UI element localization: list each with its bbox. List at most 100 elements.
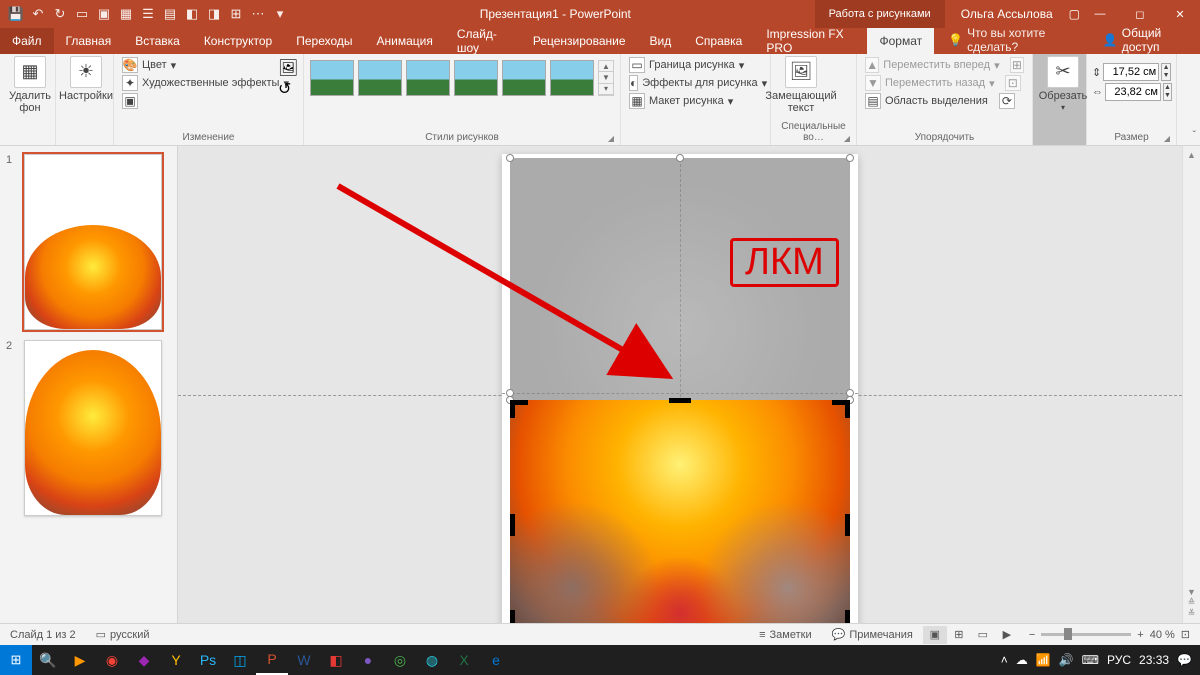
tab-insert[interactable]: Вставка [123,28,192,54]
crop-handle[interactable] [510,610,528,623]
maximize-button[interactable]: ◻ [1120,0,1160,28]
tab-design[interactable]: Конструктор [192,28,284,54]
notes-button[interactable]: ≡Заметки [749,629,822,641]
qat-icon[interactable]: ☰ [138,4,158,24]
close-button[interactable]: ✕ [1160,0,1200,28]
share-button[interactable]: 👤Общий доступ [1089,26,1200,54]
crop-button[interactable]: ✂ Обрезать▾ [1037,56,1089,113]
taskbar-word[interactable]: W [288,645,320,675]
crop-handle[interactable] [832,610,850,623]
search-icon[interactable]: 🔍 [32,645,64,675]
taskbar-app[interactable]: ◉ [96,645,128,675]
height-field[interactable]: ⇕▲▼ [1091,62,1172,82]
tray-clock[interactable]: 23:33 [1139,653,1169,667]
color-button[interactable]: 🎨Цвет ▾ [118,56,299,74]
next-slide-icon[interactable]: ≚ [1188,608,1196,619]
height-spinner[interactable]: ▲▼ [1161,63,1171,81]
reading-view-button[interactable]: ▭ [971,626,995,644]
style-thumb[interactable] [454,60,498,96]
remove-background-button[interactable]: ▦ Удалить фон [4,56,56,114]
taskbar-powerpoint[interactable]: P [256,645,288,675]
taskbar-app[interactable]: ◫ [224,645,256,675]
corrections-button[interactable]: ☀ Настройки [60,56,112,102]
width-input[interactable] [1105,83,1161,101]
tray-network-icon[interactable]: 📶 [1036,653,1051,667]
tab-slideshow[interactable]: Слайд-шоу [445,28,521,54]
tab-view[interactable]: Вид [638,28,684,54]
tell-me[interactable]: 💡Что вы хотите сделать? [934,26,1089,54]
fit-button[interactable]: ⊡ [1181,628,1190,641]
zoom-thumb[interactable] [1064,628,1072,640]
bring-forward-button[interactable]: ▲Переместить вперед ▾ ⊞ [861,56,1028,74]
taskbar-app[interactable]: ▶ [64,645,96,675]
width-spinner[interactable]: ▲▼ [1163,83,1172,101]
slideshow-view-button[interactable]: ▶ [995,626,1019,644]
tray-cloud-icon[interactable]: ☁ [1016,653,1028,667]
minimize-button[interactable]: — [1080,0,1120,28]
comments-button[interactable]: 💬Примечания [822,628,923,641]
tab-animations[interactable]: Анимация [365,28,445,54]
reset-pic-icon[interactable]: ↺ [278,79,298,99]
display-options-icon[interactable]: ▢ [1069,7,1080,21]
group-icon[interactable]: ⊡ [1005,75,1021,91]
qat-icon[interactable]: ◧ [182,4,202,24]
slide-counter[interactable]: Слайд 1 из 2 [0,629,86,641]
qat-icon[interactable]: ◨ [204,4,224,24]
style-thumb[interactable] [502,60,546,96]
qat-more-icon[interactable]: ▾ [270,4,290,24]
save-icon[interactable]: 💾 [6,4,26,24]
scroll-down-icon[interactable]: ▼ [1187,587,1196,597]
tab-review[interactable]: Рецензирование [521,28,638,54]
taskbar-app[interactable]: ● [352,645,384,675]
prev-slide-icon[interactable]: ≙ [1188,597,1196,608]
selection-pane-button[interactable]: ▤Область выделения ⟳ [861,92,1028,110]
tab-format[interactable]: Формат [867,28,934,54]
crop-handle[interactable] [510,514,515,536]
style-thumb[interactable] [310,60,354,96]
picture-effects-button[interactable]: ◐Эффекты для рисунка ▾ [625,74,766,92]
dialog-launcher-icon[interactable]: ◢ [844,134,850,143]
picture-object[interactable] [510,158,850,623]
zoom-slider[interactable] [1041,633,1131,636]
taskbar-app[interactable]: Ps [192,645,224,675]
tray-up-icon[interactable]: ˄ [1001,653,1008,667]
qat-icon[interactable]: ⋯ [248,4,268,24]
taskbar-app[interactable]: ◍ [416,645,448,675]
start-button[interactable]: ⊞ [0,645,32,675]
dialog-launcher-icon[interactable]: ◢ [608,134,614,143]
alt-text-button[interactable]: 🖼 Замещающий текст [775,56,827,114]
qat-icon[interactable]: ▣ [94,4,114,24]
style-thumb[interactable] [406,60,450,96]
slide-canvas[interactable]: ЛКМ [178,146,1182,623]
style-thumb[interactable] [358,60,402,96]
crop-handle[interactable] [832,400,850,418]
tray-volume-icon[interactable]: 🔊 [1059,653,1074,667]
width-field[interactable]: ⇔▲▼ [1091,82,1172,102]
zoom-out-button[interactable]: − [1029,629,1035,641]
scroll-up-icon[interactable]: ▲ [1187,150,1196,160]
compress-button[interactable]: ▣ [118,92,299,110]
tray-keyboard-icon[interactable]: ⌨ [1082,653,1099,667]
qat-icon[interactable]: ⊞ [226,4,246,24]
tab-addin[interactable]: Impression FX PRO [754,28,867,54]
artistic-effects-button[interactable]: ✦Художественные эффекты ▾ [118,74,299,92]
taskbar-app[interactable]: ◆ [128,645,160,675]
qat-icon[interactable]: ▭ [72,4,92,24]
slide-thumb-2[interactable]: 2 [6,340,171,516]
dialog-launcher-icon[interactable]: ◢ [1164,134,1170,143]
change-pic-icon[interactable]: 🖼 [278,58,298,78]
taskbar-app[interactable]: ◧ [320,645,352,675]
picture-layout-button[interactable]: ▦Макет рисунка ▾ [625,92,766,110]
picture-styles-gallery[interactable] [308,56,596,100]
undo-icon[interactable]: ↶ [28,4,48,24]
resize-handle[interactable] [676,154,684,162]
height-input[interactable] [1103,63,1159,81]
tab-transitions[interactable]: Переходы [284,28,364,54]
taskbar-excel[interactable]: X [448,645,480,675]
style-thumb[interactable] [550,60,594,96]
tray-language[interactable]: РУС [1107,653,1131,667]
redo-icon[interactable]: ↻ [50,4,70,24]
qat-icon[interactable]: ▦ [116,4,136,24]
resize-handle[interactable] [846,154,854,162]
taskbar-app[interactable]: Y [160,645,192,675]
